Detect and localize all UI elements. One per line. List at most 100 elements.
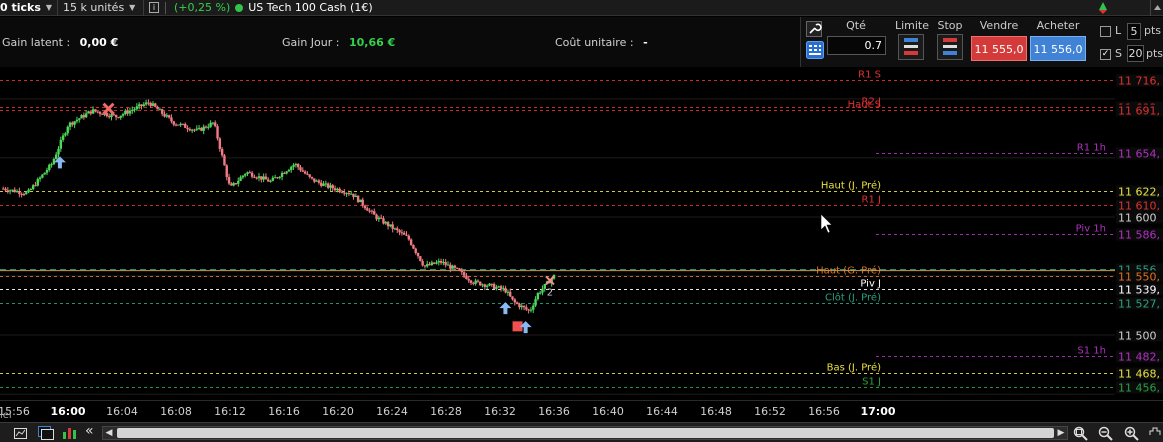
stop-checkbox[interactable]: ✓ xyxy=(1100,49,1111,60)
candle-body xyxy=(469,280,473,283)
wrench-icon[interactable] xyxy=(806,21,822,37)
chart-canvas[interactable]: R1 S11 716,R2 J11 693,Haut S11 691,R1 1h… xyxy=(0,67,1163,400)
level-label: Clôt (J. Pré) xyxy=(825,292,881,304)
scroll-left-icon[interactable]: ◀ xyxy=(103,427,115,439)
instrument-header: i (+0,25 %) US Tech 100 Cash (1€) xyxy=(144,0,378,16)
zoom-in-icon[interactable] xyxy=(1124,426,1139,441)
candle-body xyxy=(308,174,311,177)
candle-body xyxy=(207,126,210,128)
time-tick: 17:00 xyxy=(860,405,896,418)
units-selector[interactable]: 15 k unités ▼ xyxy=(58,0,144,16)
candle-body xyxy=(82,115,86,118)
candle-body xyxy=(294,164,298,166)
candle-body xyxy=(193,129,196,131)
candle-body xyxy=(239,177,242,181)
ticks-selector[interactable]: 0 ticks ▼ xyxy=(0,0,58,16)
limit-pts-input[interactable]: 5 xyxy=(1127,23,1141,40)
candle-body xyxy=(515,302,519,304)
pan-icon[interactable] xyxy=(1148,426,1162,440)
time-tick: 16:36 xyxy=(538,405,570,418)
candle-body xyxy=(333,188,337,191)
candle-body xyxy=(131,109,134,111)
candle-body xyxy=(59,139,63,149)
limit-order-button[interactable] xyxy=(898,34,924,60)
candle-body xyxy=(432,262,436,264)
candle-body xyxy=(499,286,503,289)
candle-body xyxy=(280,172,284,177)
candle-body xyxy=(262,176,265,180)
stop-order-button[interactable] xyxy=(937,34,963,60)
candle-body xyxy=(78,118,81,120)
candle-body xyxy=(27,189,30,193)
scroll-right-icon[interactable]: ▶ xyxy=(1055,427,1067,439)
time-tick: 16:52 xyxy=(754,405,786,418)
candle-body xyxy=(373,211,376,215)
time-tick: 16:44 xyxy=(646,405,678,418)
collapse-left-icon[interactable]: « xyxy=(85,423,94,439)
zoom-out-icon[interactable] xyxy=(1098,426,1113,441)
level-label: S1 1h xyxy=(1077,346,1106,357)
candle-body xyxy=(460,270,464,273)
candle-body xyxy=(292,164,295,167)
price-tag-label: 11 654, xyxy=(1118,148,1160,161)
candle-body xyxy=(119,115,122,118)
candle-body xyxy=(167,115,171,118)
candle-body xyxy=(243,174,247,176)
candle-body xyxy=(126,110,129,114)
candle-body xyxy=(541,288,544,293)
candle-body xyxy=(181,123,185,125)
candle-body xyxy=(161,109,164,114)
candle-body xyxy=(336,188,339,191)
candle-body xyxy=(331,185,334,189)
candle-body xyxy=(1,188,5,190)
keypad-icon[interactable] xyxy=(806,41,824,59)
time-tick: 16:20 xyxy=(322,405,354,418)
indicators-icon[interactable] xyxy=(62,426,76,440)
candle-body xyxy=(442,262,445,264)
candle-body xyxy=(497,286,500,288)
candle-body xyxy=(435,262,438,264)
candle-body xyxy=(396,228,399,231)
level-label: Haut (J. Pré) xyxy=(821,180,881,192)
candle-body xyxy=(483,284,487,287)
level-label: S1 J xyxy=(862,377,881,388)
candle-body xyxy=(370,210,374,212)
candle-body xyxy=(149,102,152,106)
candle-body xyxy=(363,205,367,209)
marker-count: 2 xyxy=(547,287,553,298)
price-chart[interactable]: R1 S11 716,R2 J11 693,Haut S11 691,R1 1h… xyxy=(0,67,1163,400)
candle-body xyxy=(156,106,159,110)
stop-pts-input[interactable]: 20 xyxy=(1127,45,1144,62)
time-tick: 16:32 xyxy=(484,405,516,418)
candle-body xyxy=(202,126,205,131)
scrollbar-thumb[interactable] xyxy=(117,428,1054,438)
window-layout-icon[interactable] xyxy=(38,426,54,440)
buy-marker-icon xyxy=(499,302,512,315)
time-tick: 16:08 xyxy=(160,405,192,418)
candle-body xyxy=(163,113,166,117)
candle-body xyxy=(20,193,23,195)
horizontal-scrollbar[interactable]: ◀ ▶ xyxy=(102,426,1068,440)
candle-body xyxy=(525,307,528,310)
vendre-label: Vendre xyxy=(979,19,1019,32)
alert-icon[interactable] xyxy=(1096,0,1110,16)
candle-body xyxy=(377,217,381,220)
scroll-up-icon[interactable] xyxy=(1150,0,1163,16)
chart-type-icon[interactable] xyxy=(14,426,28,440)
candle-body xyxy=(379,217,383,219)
limit-checkbox[interactable] xyxy=(1100,26,1111,37)
info-icon[interactable]: i xyxy=(149,2,159,13)
price-tag-label: 11 716, xyxy=(1118,75,1160,88)
candle-body xyxy=(225,165,228,178)
zoom-fit-icon[interactable] xyxy=(1073,426,1088,441)
quantity-input[interactable]: 0.7 xyxy=(827,36,886,55)
price-tag-label: 11 600 xyxy=(1118,212,1157,225)
candle-body xyxy=(532,305,535,310)
candle-body xyxy=(409,239,413,245)
sell-button[interactable]: 11 555,0 xyxy=(971,36,1027,61)
candle-body xyxy=(117,117,120,119)
candle-body xyxy=(299,167,302,171)
candle-body xyxy=(389,224,392,227)
buy-button[interactable]: 11 556,0 xyxy=(1030,36,1086,61)
candle-body xyxy=(403,232,406,235)
